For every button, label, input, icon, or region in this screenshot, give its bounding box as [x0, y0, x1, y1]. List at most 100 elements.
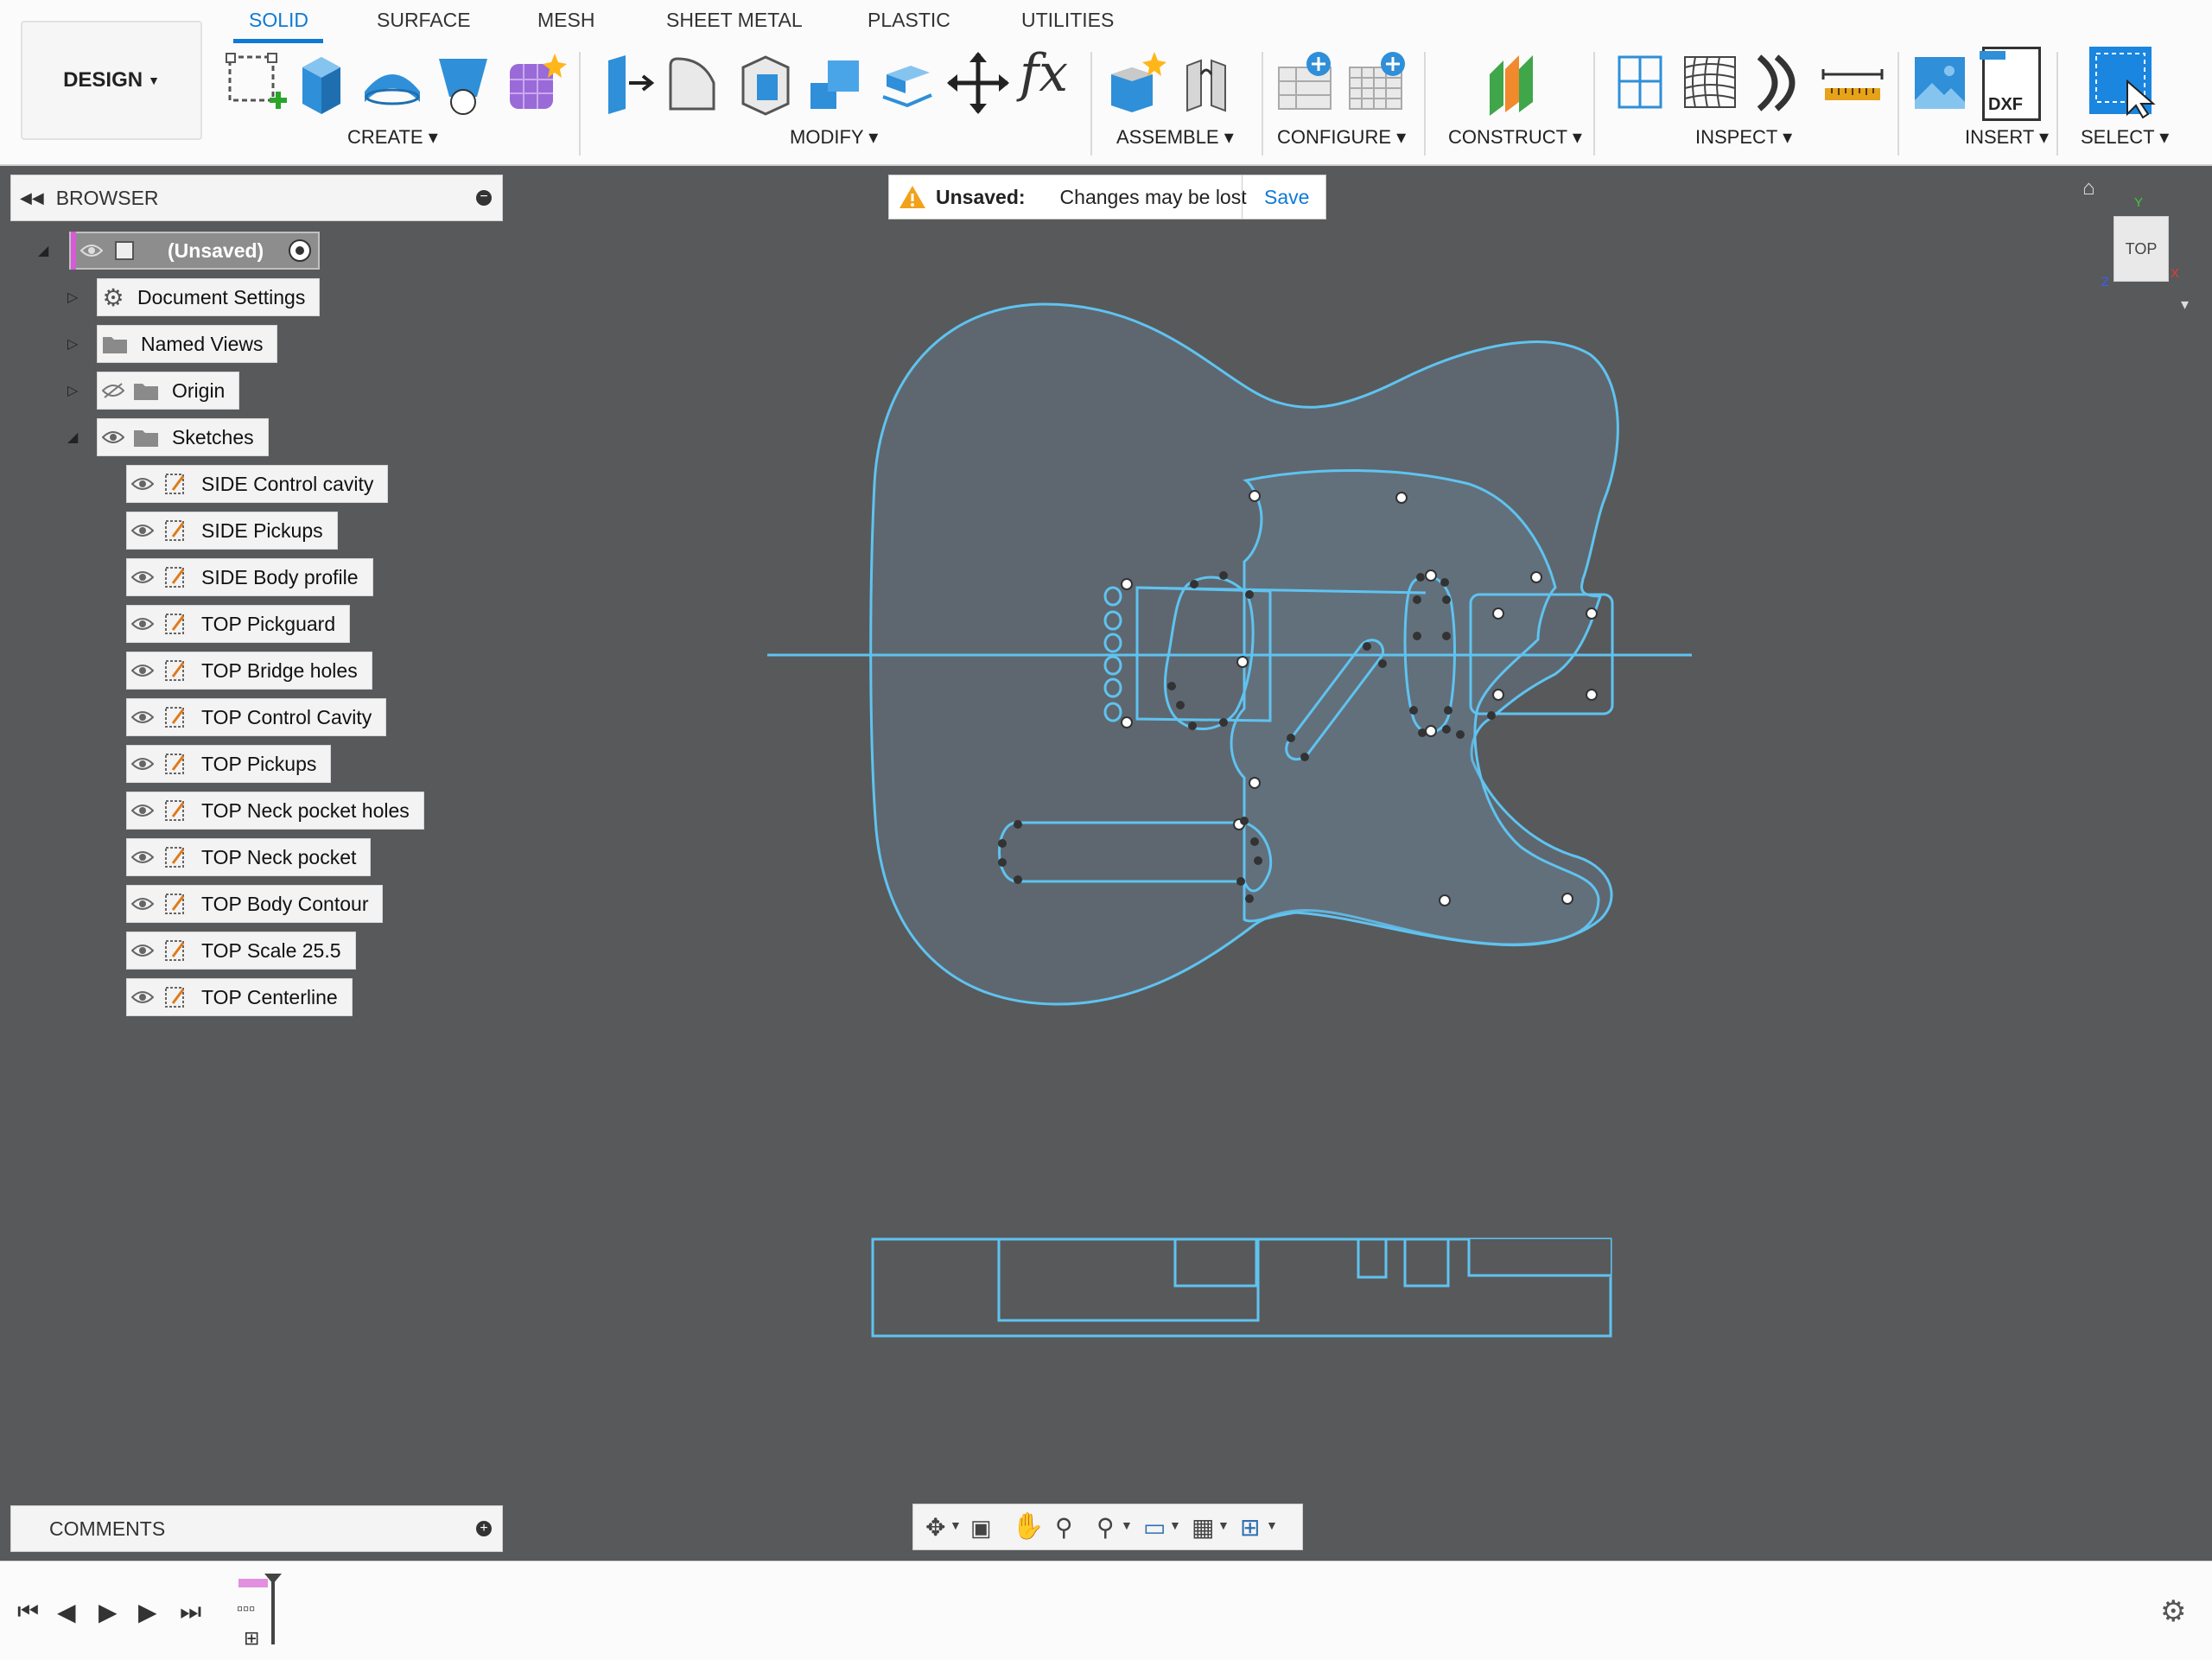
- node-document-settings[interactable]: ⚙ Document Settings: [97, 278, 321, 316]
- construct-menu[interactable]: CONSTRUCT ▾: [1448, 126, 1582, 149]
- sketch-item[interactable]: TOP Scale 25.5: [126, 932, 356, 970]
- save-button[interactable]: Save: [1264, 186, 1309, 209]
- new-component-icon[interactable]: [1101, 48, 1170, 118]
- select-icon[interactable]: [2086, 43, 2162, 121]
- view-menu-icon[interactable]: ▾: [2181, 296, 2189, 314]
- insert-menu[interactable]: INSERT ▾: [1965, 126, 2049, 149]
- combine-icon[interactable]: [802, 48, 871, 118]
- sketch-item[interactable]: SIDE Body profile: [126, 558, 373, 596]
- display-settings-icon[interactable]: ▭: [1143, 1513, 1166, 1542]
- chevron-down-icon[interactable]: ▼: [1217, 1518, 1230, 1532]
- collapsed-triangle-icon[interactable]: ▷: [67, 335, 78, 353]
- go-to-end-icon[interactable]: ⏭: [180, 1598, 201, 1626]
- parameters-icon[interactable]: fx: [1020, 43, 1068, 104]
- sketch-item[interactable]: TOP Body Contour: [126, 885, 384, 923]
- sweep-icon[interactable]: [429, 48, 498, 118]
- sketch-item[interactable]: TOP Centerline: [126, 978, 353, 1016]
- expanded-triangle-icon[interactable]: ◢: [67, 429, 78, 446]
- tab-solid[interactable]: SOLID: [249, 9, 308, 32]
- eye-icon[interactable]: [127, 652, 158, 690]
- chevron-down-icon[interactable]: ▼: [1121, 1518, 1133, 1532]
- sketch-item[interactable]: TOP Control Cavity: [126, 698, 387, 736]
- node-named-views[interactable]: Named Views: [97, 325, 278, 363]
- sketch-item[interactable]: TOP Bridge holes: [126, 652, 372, 690]
- sketch-item[interactable]: TOP Neck pocket: [126, 838, 372, 876]
- sketch-item[interactable]: TOP Neck pocket holes: [126, 792, 424, 830]
- sketch-item[interactable]: SIDE Control cavity: [126, 465, 389, 503]
- collapsed-triangle-icon[interactable]: ▷: [67, 382, 78, 399]
- design-workspace-button[interactable]: DESIGN ▼: [21, 21, 202, 140]
- view-cube[interactable]: TOP: [2113, 216, 2169, 282]
- step-back-icon[interactable]: ◀: [57, 1598, 76, 1626]
- sketch-item[interactable]: SIDE Pickups: [126, 512, 338, 550]
- expanded-triangle-icon[interactable]: ◢: [38, 242, 48, 259]
- home-icon[interactable]: ⌂: [2082, 176, 2095, 200]
- tab-plastic[interactable]: PLASTIC: [868, 9, 950, 32]
- press-pull-icon[interactable]: [596, 48, 665, 118]
- offset-face-icon[interactable]: [873, 48, 942, 118]
- configure-rules-icon[interactable]: [1344, 48, 1414, 118]
- add-comment-icon[interactable]: +: [476, 1521, 492, 1536]
- timeline-marker[interactable]: [271, 1575, 275, 1644]
- shell-icon[interactable]: [731, 48, 800, 118]
- curvature-analysis-icon[interactable]: [1747, 48, 1816, 118]
- eye-icon[interactable]: [127, 885, 158, 923]
- eye-icon[interactable]: [127, 745, 158, 783]
- eye-icon[interactable]: [127, 605, 158, 643]
- eye-icon[interactable]: [76, 232, 107, 270]
- tab-sheet-metal[interactable]: SHEET METAL: [666, 9, 803, 32]
- zoom-icon[interactable]: ⚲: [1055, 1513, 1073, 1542]
- fillet-icon[interactable]: [660, 48, 729, 118]
- root-component[interactable]: (Unsaved): [69, 232, 320, 270]
- eye-icon[interactable]: [98, 418, 129, 456]
- offset-plane-icon[interactable]: [1478, 48, 1547, 118]
- sketch-item[interactable]: TOP Pickups: [126, 745, 332, 783]
- chevron-down-icon[interactable]: ▼: [950, 1518, 962, 1532]
- activate-radio-icon[interactable]: [289, 239, 311, 262]
- create-form-icon[interactable]: [499, 48, 569, 118]
- eye-hidden-icon[interactable]: [98, 372, 129, 410]
- measure-icon[interactable]: [1607, 48, 1676, 118]
- move-icon[interactable]: [944, 48, 1013, 118]
- chevron-down-icon[interactable]: ▼: [1266, 1518, 1278, 1532]
- eye-icon[interactable]: [127, 465, 158, 503]
- node-origin[interactable]: Origin: [97, 372, 240, 410]
- ruler-icon[interactable]: [1818, 48, 1887, 118]
- joint-icon[interactable]: [1172, 48, 1241, 118]
- modify-menu[interactable]: MODIFY ▾: [790, 126, 878, 149]
- eye-icon[interactable]: [127, 792, 158, 830]
- timeline-group-icon[interactable]: ▫▫▫: [237, 1600, 255, 1619]
- minimize-icon[interactable]: −: [476, 190, 492, 206]
- viewports-icon[interactable]: ⊞: [1240, 1513, 1260, 1542]
- timeline-marker-handle[interactable]: [264, 1574, 282, 1584]
- gear-icon[interactable]: ⚙: [2160, 1594, 2186, 1629]
- insert-dxf-icon[interactable]: DXF: [1980, 47, 2041, 121]
- configure-table-icon[interactable]: [1274, 48, 1343, 118]
- step-forward-icon[interactable]: ▶: [138, 1598, 157, 1626]
- orbit-icon[interactable]: ✥: [925, 1513, 945, 1542]
- timeline-feature-marker[interactable]: [238, 1579, 268, 1587]
- add-icon[interactable]: ⊞: [244, 1627, 259, 1650]
- assemble-menu[interactable]: ASSEMBLE ▾: [1116, 126, 1234, 149]
- eye-icon[interactable]: [127, 558, 158, 596]
- eye-icon[interactable]: [127, 932, 158, 970]
- chevron-down-icon[interactable]: ▼: [1169, 1518, 1181, 1532]
- extrude-icon[interactable]: [287, 48, 356, 118]
- eye-icon[interactable]: [127, 978, 158, 1016]
- insert-image-icon[interactable]: [1906, 48, 1975, 118]
- play-icon[interactable]: ▶: [99, 1598, 118, 1626]
- tab-mesh[interactable]: MESH: [537, 9, 594, 32]
- zebra-analysis-icon[interactable]: [1676, 48, 1745, 118]
- go-to-start-icon[interactable]: ⏮: [17, 1598, 39, 1626]
- node-sketches[interactable]: Sketches: [97, 418, 269, 456]
- eye-icon[interactable]: [127, 512, 158, 550]
- collapse-icon[interactable]: ◀◀: [20, 189, 44, 207]
- create-menu[interactable]: CREATE ▾: [347, 126, 438, 149]
- tab-utilities[interactable]: UTILITIES: [1021, 9, 1114, 32]
- inspect-menu[interactable]: INSPECT ▾: [1695, 126, 1792, 149]
- eye-icon[interactable]: [127, 698, 158, 736]
- configure-menu[interactable]: CONFIGURE ▾: [1277, 126, 1406, 149]
- tab-surface[interactable]: SURFACE: [377, 9, 471, 32]
- collapsed-triangle-icon[interactable]: ▷: [67, 289, 78, 306]
- pan-icon[interactable]: ✋: [1012, 1511, 1044, 1542]
